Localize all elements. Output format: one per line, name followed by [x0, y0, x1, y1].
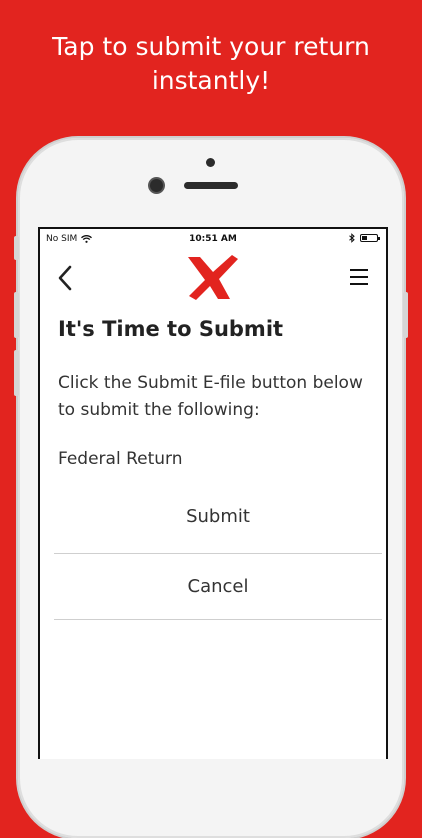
- hamburger-menu-icon-bar: [350, 276, 368, 278]
- bluetooth-icon: [349, 233, 355, 243]
- submit-button[interactable]: Submit: [54, 489, 382, 554]
- promo-headline: Tap to submit your return instantly!: [0, 30, 422, 98]
- battery-icon: [360, 234, 380, 242]
- chevron-left-icon: [58, 265, 72, 291]
- instruction-text: Click the Submit E-file button below to …: [58, 373, 363, 420]
- brand-logo-icon: [188, 255, 238, 300]
- phone-volume-up-button: [14, 292, 19, 338]
- hamburger-menu-icon-bar: [350, 269, 368, 271]
- status-right: [349, 233, 380, 243]
- status-bar: No SIM 10:51 AM: [40, 229, 386, 249]
- phone-power-button: [403, 292, 408, 338]
- phone-volume-down-button: [14, 350, 19, 396]
- promo-line-2: instantly!: [151, 66, 271, 95]
- promo-line-1: Tap to submit your return: [52, 32, 370, 61]
- phone-camera: [150, 179, 163, 192]
- hamburger-menu-icon-bar: [350, 283, 368, 285]
- return-type-label: Federal Return: [58, 449, 183, 469]
- phone-screen: No SIM 10:51 AM It's Time to Submit Clic…: [38, 227, 388, 759]
- app-header: [40, 249, 386, 309]
- phone-speaker: [184, 182, 238, 189]
- phone-side-button: [14, 236, 19, 260]
- status-time: 10:51 AM: [189, 234, 237, 244]
- menu-button[interactable]: [350, 269, 368, 287]
- cancel-button[interactable]: Cancel: [54, 554, 382, 620]
- page-title: It's Time to Submit: [58, 317, 284, 341]
- back-button[interactable]: [54, 263, 78, 293]
- phone-sensor: [206, 158, 215, 167]
